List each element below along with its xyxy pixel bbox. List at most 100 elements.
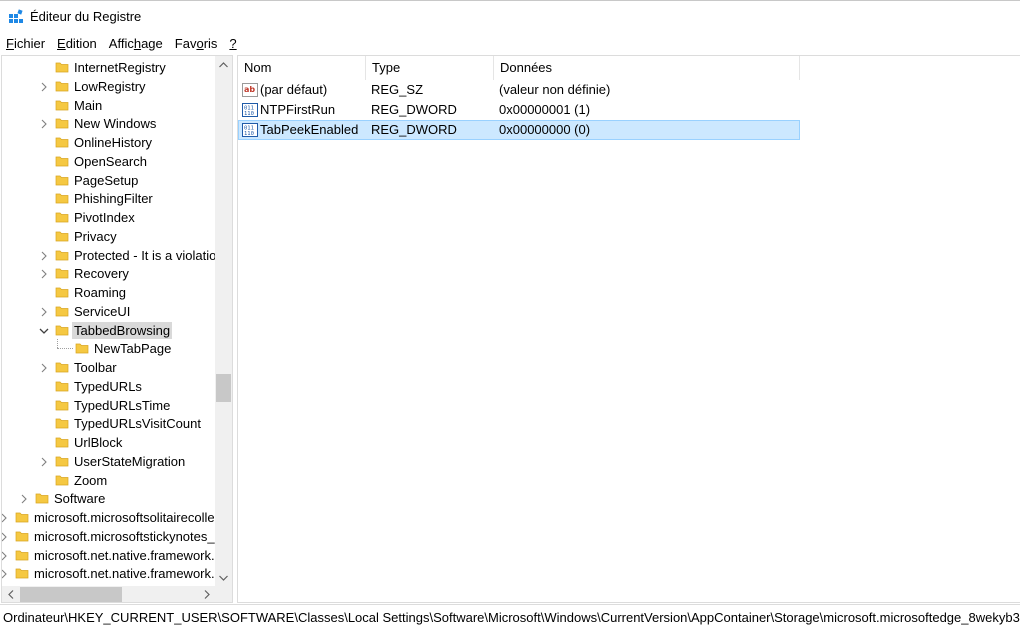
scroll-left-icon[interactable] — [2, 586, 19, 602]
tree-item[interactable]: Zoom — [2, 471, 215, 490]
chevron-right-icon[interactable] — [39, 119, 49, 129]
values-list-pane[interactable]: Nom Type Données ab (par défaut) REG_SZ (va… — [237, 55, 1020, 603]
tree-item-label[interactable]: UrlBlock — [72, 434, 124, 451]
tree-item-label[interactable]: microsoft.microsoftstickynotes_ — [32, 528, 215, 545]
tree-item[interactable]: Toolbar — [2, 358, 215, 377]
string-value-icon: ab — [242, 82, 258, 98]
scroll-up-icon[interactable] — [215, 56, 232, 73]
tree-item-label[interactable]: OnlineHistory — [72, 134, 154, 151]
tree-item-label[interactable]: Recovery — [72, 265, 131, 282]
tree-item[interactable]: InternetRegistry — [2, 58, 215, 77]
tree-item-label[interactable]: microsoft.microsoftsolitairecolle — [32, 509, 215, 526]
tree-item[interactable]: OpenSearch — [2, 152, 215, 171]
tree-item-label[interactable]: microsoft.net.native.framework. — [32, 547, 215, 564]
tree-item[interactable]: microsoft.microsoftstickynotes_ — [2, 527, 215, 546]
chevron-right-icon[interactable] — [2, 551, 9, 561]
tree-item[interactable]: PivotIndex — [2, 208, 215, 227]
folder-icon — [15, 510, 29, 524]
tree-item-label[interactable]: Zoom — [72, 472, 109, 489]
menu-help[interactable]: ? — [224, 34, 241, 54]
tree-item-label[interactable]: LowRegistry — [72, 78, 148, 95]
tree-item-label[interactable]: PivotIndex — [72, 209, 137, 226]
tree-item-label[interactable]: ServiceUI — [72, 303, 132, 320]
tree-item[interactable]: Recovery — [2, 264, 215, 283]
tree-item[interactable]: LowRegistry — [2, 77, 215, 96]
chevron-right-icon[interactable] — [19, 494, 29, 504]
chevron-right-icon[interactable] — [2, 569, 9, 579]
tree-item[interactable]: TabbedBrowsing — [2, 321, 215, 340]
tree-item-label[interactable]: Main — [72, 97, 104, 114]
tree-item-label[interactable]: UserStateMigration — [72, 453, 187, 470]
tree-item-label[interactable]: TypedURLsVisitCount — [72, 415, 203, 432]
tree-item-label[interactable]: TabbedBrowsing — [72, 321, 173, 339]
chevron-right-icon[interactable] — [39, 82, 49, 92]
column-header-type[interactable]: Type — [366, 56, 494, 80]
menu-edition[interactable]: Edition — [52, 34, 102, 54]
tree-horizontal-scroll-thumb[interactable] — [20, 587, 122, 602]
tree-item-label[interactable]: TypedURLsTime — [72, 397, 172, 414]
tree-item[interactable]: TypedURLsVisitCount — [2, 414, 215, 433]
tree-item-label[interactable]: Software — [52, 490, 107, 507]
tree-item[interactable]: TypedURLs — [2, 377, 215, 396]
tree-item[interactable]: Roaming — [2, 283, 215, 302]
column-header-donnees[interactable]: Données — [494, 56, 800, 80]
scroll-right-icon[interactable] — [198, 586, 215, 602]
chevron-down-icon[interactable] — [39, 326, 49, 336]
tree-item[interactable]: NewTabPage — [2, 339, 215, 358]
tree-item[interactable]: TypedURLsTime — [2, 396, 215, 415]
tree-item-label[interactable]: TypedURLs — [72, 378, 144, 395]
tree-item[interactable]: PageSetup — [2, 171, 215, 190]
value-name[interactable]: (par défaut) — [260, 80, 327, 100]
chevron-right-icon[interactable] — [39, 251, 49, 261]
binary-value-icon: 011 110 — [242, 122, 258, 138]
menu-fichier[interactable]: Fichier — [0, 34, 50, 54]
tree-item[interactable]: OnlineHistory — [2, 133, 215, 152]
chevron-right-icon[interactable] — [2, 513, 9, 523]
chevron-right-icon[interactable] — [39, 457, 49, 467]
tree-item-label[interactable]: InternetRegistry — [72, 59, 168, 76]
tree-item-label[interactable]: Privacy — [72, 228, 119, 245]
tree-item-label[interactable]: Toolbar — [72, 359, 119, 376]
tree-item[interactable]: New Windows — [2, 114, 215, 133]
tree-item[interactable]: UrlBlock — [2, 433, 215, 452]
tree-item[interactable]: Privacy — [2, 227, 215, 246]
tree-item-label[interactable]: PageSetup — [72, 172, 140, 189]
column-header-nom[interactable]: Nom — [238, 56, 366, 80]
tree-item-label[interactable]: Protected - It is a violatio — [72, 247, 215, 264]
chevron-right-icon[interactable] — [39, 269, 49, 279]
tree-item[interactable]: UserStateMigration — [2, 452, 215, 471]
tree-item[interactable]: ServiceUI — [2, 302, 215, 321]
tree-item-label[interactable]: PhishingFilter — [72, 190, 155, 207]
tree-item[interactable]: microsoft.net.native.framework. — [2, 564, 215, 583]
value-name[interactable]: TabPeekEnabled — [260, 120, 358, 140]
tree-item-label[interactable]: OpenSearch — [72, 153, 149, 170]
tree-item[interactable]: Main — [2, 96, 215, 115]
tree-item-label[interactable]: New Windows — [72, 115, 158, 132]
folder-icon — [55, 379, 69, 393]
tree-item-label[interactable]: Roaming — [72, 284, 128, 301]
menu-favoris[interactable]: Favoris — [170, 34, 223, 54]
tree-vertical-scrollbar[interactable] — [215, 56, 232, 586]
registry-tree-pane[interactable]: InternetRegistry LowRegistry Main New Windo… — [1, 55, 233, 603]
value-name[interactable]: NTPFirstRun — [260, 100, 335, 120]
scroll-down-icon[interactable] — [215, 569, 232, 586]
tree-item[interactable]: microsoft.net.native.framework. — [2, 546, 215, 565]
svg-text:ab: ab — [244, 85, 255, 94]
value-row[interactable]: ab (par défaut) REG_SZ (valeur non définie) — [238, 80, 1020, 100]
tree-horizontal-scrollbar[interactable] — [2, 586, 215, 602]
menu-affichage[interactable]: Affichage — [104, 34, 168, 54]
tree-item-label[interactable]: NewTabPage — [92, 340, 173, 357]
tree-item-label[interactable]: microsoft.net.native.framework. — [32, 565, 215, 582]
tree-item[interactable]: microsoft.microsoftsolitairecolle — [2, 508, 215, 527]
chevron-right-icon[interactable] — [39, 307, 49, 317]
chevron-right-icon[interactable] — [2, 532, 9, 542]
tree-item[interactable]: Software — [2, 489, 215, 508]
tree-vertical-scroll-thumb[interactable] — [216, 374, 231, 402]
folder-icon — [15, 529, 29, 543]
value-row[interactable]: 011 110 TabPeekEnabled REG_DWORD 0x00000000 … — [238, 120, 1020, 140]
tree-item[interactable]: PhishingFilter — [2, 189, 215, 208]
tree-item[interactable]: Protected - It is a violatio — [2, 246, 215, 265]
chevron-right-icon[interactable] — [39, 363, 49, 373]
value-data: 0x00000001 (1) — [499, 102, 591, 117]
value-row[interactable]: 011 110 NTPFirstRun REG_DWORD 0x00000001 (1) — [238, 100, 1020, 120]
